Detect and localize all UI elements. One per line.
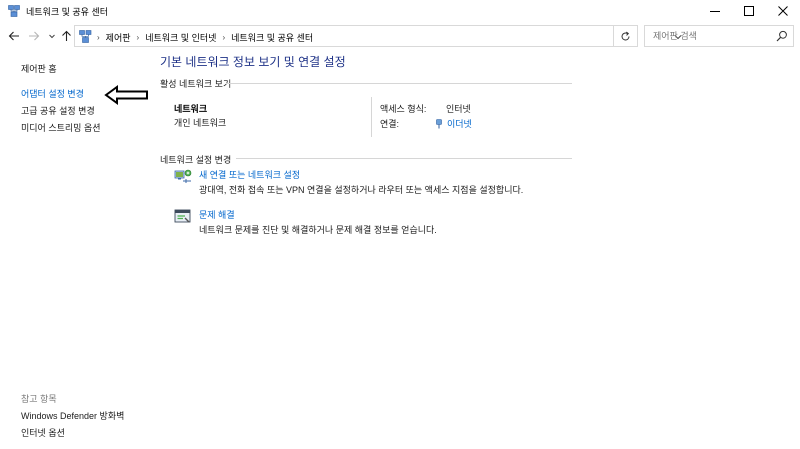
new-connection-description: 광대역, 전화 접속 또는 VPN 연결을 설정하거나 라우터 또는 액세스 지… [199,185,524,195]
advanced-sharing-settings-link[interactable]: 고급 공유 설정 변경 [21,104,95,117]
close-button[interactable] [766,0,800,22]
active-networks-header: 활성 네트워크 보기 [160,79,232,89]
minimize-icon [710,11,720,12]
network-type: 개인 네트워크 [174,118,227,128]
access-type-label: 액세스 형식: [380,104,427,114]
connection-label: 연결: [380,119,400,129]
search-box[interactable] [644,25,794,47]
breadcrumb-network-internet[interactable]: 네트워크 및 인터넷 [145,31,216,44]
chevron-right-icon: › [97,33,100,42]
page-title: 기본 네트워크 정보 보기 및 연결 설정 [160,55,346,69]
connection-link[interactable]: 이더넷 [436,117,472,130]
network-center-icon [8,5,20,17]
vertical-divider [371,97,372,137]
change-network-settings-header: 네트워크 설정 변경 [160,155,232,165]
change-adapter-settings-link[interactable]: 어댑터 설정 변경 [21,87,84,100]
section-divider [236,158,572,159]
troubleshoot-description: 네트워크 문제를 진단 및 해결하거나 문제 해결 정보를 얻습니다. [199,225,437,235]
forward-button[interactable] [26,28,42,44]
chevron-right-icon[interactable]: › [222,33,225,42]
up-arrow-icon [61,30,71,41]
window-title: 네트워크 및 공유 센터 [26,7,109,17]
recent-locations-icon [49,34,55,39]
maximize-button[interactable] [732,0,766,22]
address-bar[interactable]: › 제어판 › 네트워크 및 인터넷 › 네트워크 및 공유 센터 [74,25,682,47]
back-arrow-icon [8,31,19,41]
back-button[interactable] [6,28,22,44]
breadcrumb: › 제어판 › 네트워크 및 인터넷 › 네트워크 및 공유 센터 [97,31,313,44]
close-icon [778,6,788,16]
control-panel-home-link[interactable]: 제어판 홈 [21,62,57,75]
new-connection-link[interactable]: 새 연결 또는 네트워크 설정 [199,168,300,181]
see-also-header: 참고 항목 [21,394,57,404]
refresh-icon [621,31,630,40]
search-icon[interactable] [776,30,788,42]
ethernet-icon [436,118,442,128]
maximize-icon [744,6,754,16]
search-input[interactable] [645,26,773,46]
media-streaming-options-link[interactable]: 미디어 스트리밍 옵션 [21,121,101,134]
section-divider [226,83,572,84]
breadcrumb-network-sharing-center[interactable]: 네트워크 및 공유 센터 [231,31,313,44]
new-connection-icon[interactable] [174,168,192,186]
network-name: 네트워크 [174,104,208,114]
navigation-bar: › 제어판 › 네트워크 및 인터넷 › 네트워크 및 공유 센터 [0,24,800,48]
up-button[interactable] [58,28,74,44]
left-arrow-annotation [104,85,148,105]
left-navigation-pane: 제어판 홈 어댑터 설정 변경 고급 공유 설정 변경 미디어 스트리밍 옵션 … [0,50,150,449]
minimize-button[interactable] [698,0,732,22]
chevron-right-icon[interactable]: › [137,33,140,42]
title-bar: 네트워크 및 공유 센터 [0,0,800,22]
windows-defender-firewall-link[interactable]: Windows Defender 방화벽 [21,409,124,422]
connection-value[interactable]: 이더넷 [447,117,472,130]
breadcrumb-control-panel[interactable]: 제어판 [106,31,131,44]
access-type-value: 인터넷 [446,104,471,114]
internet-options-link[interactable]: 인터넷 옵션 [21,426,65,439]
troubleshoot-icon[interactable] [174,208,192,226]
refresh-button[interactable] [614,25,638,47]
troubleshoot-link[interactable]: 문제 해결 [199,208,235,221]
control-panel-icon [79,30,92,43]
forward-arrow-icon [29,31,40,41]
